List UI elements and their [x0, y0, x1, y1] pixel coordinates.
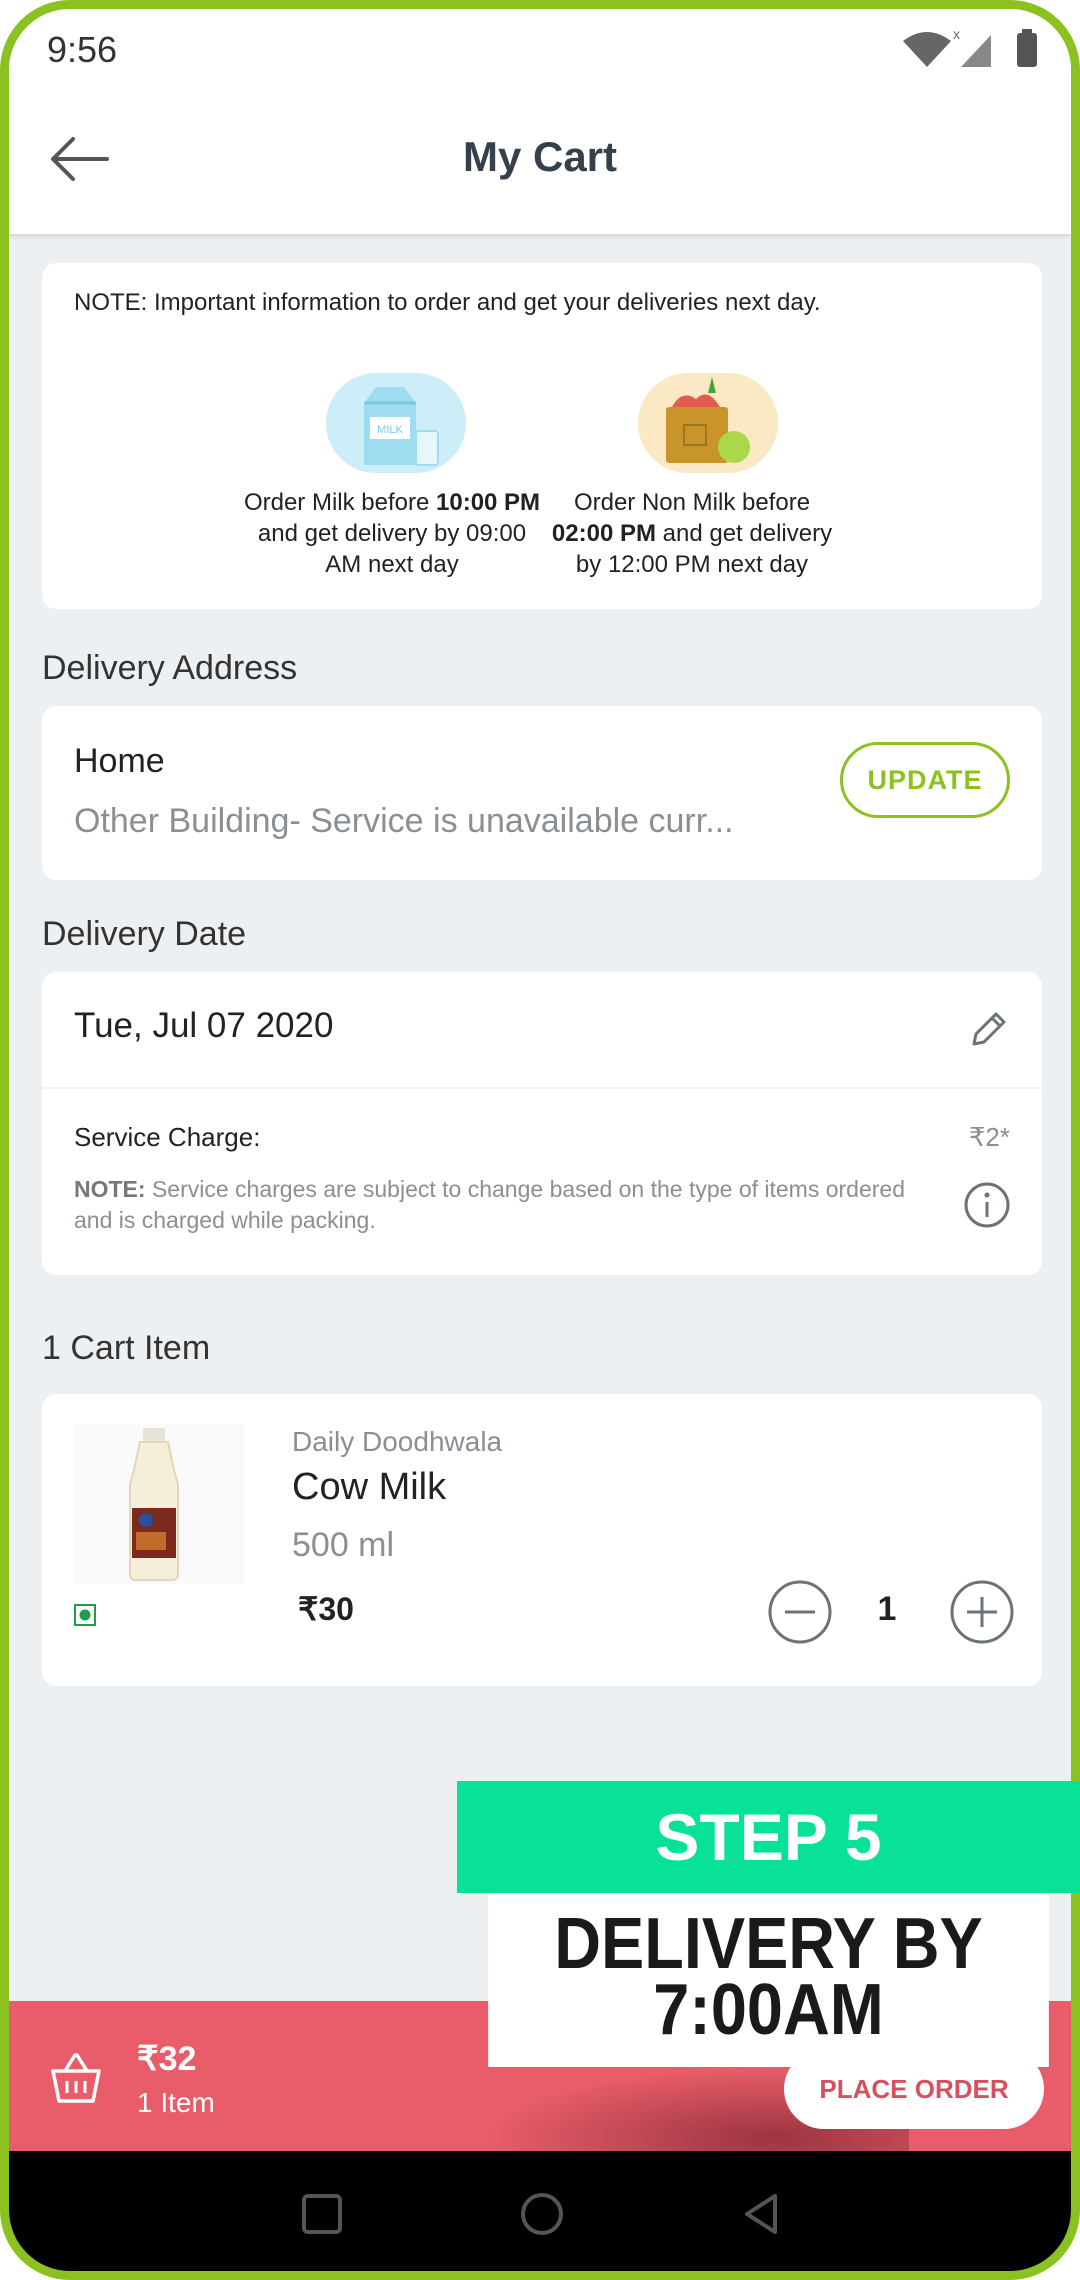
cart-items-title: 1 Cart Item: [42, 1329, 211, 1367]
plus-icon[interactable]: [949, 1579, 1015, 1645]
svg-text:MILK: MILK: [377, 424, 403, 436]
milk-cutoff-time: 10:00 PM: [436, 489, 541, 516]
address-card: Home Other Building- Service is unavaila…: [42, 706, 1042, 880]
grocery-bag-icon: [666, 377, 750, 463]
promo-delivery-banner: DELIVERY BY 7:00AM: [488, 1893, 1049, 2067]
delivery-address-title: Delivery Address: [42, 649, 298, 687]
cart-item-count: 1 Item: [137, 2087, 215, 2118]
page-title: My Cart: [462, 133, 618, 180]
product-price: ₹30: [298, 1591, 354, 1627]
minus-icon[interactable]: [767, 1579, 833, 1645]
signal-icon: [961, 35, 991, 67]
nav-home-icon[interactable]: [517, 2189, 567, 2239]
divider: [42, 1087, 1042, 1089]
delivery-date-card: Tue, Jul 07 2020 Service Charge: ₹2* NOT…: [42, 972, 1042, 1275]
product-name: Cow Milk: [292, 1466, 447, 1508]
milk-carton-icon: MILK: [364, 387, 439, 466]
app-bar: My Cart: [9, 89, 1071, 234]
service-note-text: Service charges are subject to change ba…: [74, 1176, 906, 1233]
cart-item-card: Daily Doodhwala Cow Milk 500 ml ₹30 1: [42, 1394, 1042, 1686]
delivery-info-card: NOTE: Important information to order and…: [42, 263, 1042, 609]
non-milk-cutoff-text: Order Non Milk before 02:00 PM and get d…: [542, 487, 842, 580]
info-icon[interactable]: [962, 1180, 1012, 1230]
non-milk-delivery-time: 12:00 PM next day: [607, 551, 809, 578]
product-brand: Daily Doodhwala: [292, 1426, 503, 1457]
wifi-icon: [903, 32, 951, 67]
service-charge-note: NOTE: Service charges are subject to cha…: [74, 1174, 934, 1236]
milk-bottle-image: [74, 1424, 244, 1584]
nav-recents-icon[interactable]: [297, 2189, 347, 2239]
svg-text:x: x: [953, 27, 960, 42]
promo-line-2: 7:00AM: [653, 1970, 884, 2050]
basket-icon: [51, 2053, 101, 2103]
service-charge-amount: ₹2*: [968, 1122, 1010, 1152]
edit-pencil-icon[interactable]: [964, 1006, 1012, 1054]
promo-step-banner: STEP 5: [457, 1781, 1080, 1893]
milk-cutoff-text: Order Milk before 10:00 PM and get deliv…: [242, 487, 542, 580]
non-milk-cutoff-time: 02:00 PM: [551, 520, 656, 547]
status-icons: x: [903, 27, 1037, 67]
delivery-date-title: Delivery Date: [42, 915, 247, 953]
cart-total: ₹32: [137, 2040, 197, 2078]
promo-line-1: DELIVERY BY: [554, 1904, 983, 1984]
milk-text-pre: Order Milk before: [243, 489, 436, 516]
status-time: 9:56: [47, 29, 118, 70]
delivery-date[interactable]: Tue, Jul 07 2020: [74, 1006, 333, 1046]
status-bar: 9:56 x: [9, 9, 1071, 89]
product-size: 500 ml: [292, 1526, 395, 1564]
important-note: NOTE: Important information to order and…: [74, 289, 821, 316]
veg-icon: [74, 1604, 96, 1626]
nav-back-icon[interactable]: [737, 2189, 787, 2239]
milk-text-mid: and get delivery by: [257, 520, 467, 547]
system-nav-bar: [9, 2151, 1071, 2271]
address-name: Home: [74, 742, 165, 780]
quantity-value: 1: [877, 1590, 897, 1628]
service-note-label: NOTE:: [74, 1176, 146, 1202]
address-line: Other Building- Service is unavailable c…: [74, 802, 734, 840]
battery-icon: [1017, 33, 1037, 67]
update-address-button[interactable]: UPDATE: [840, 742, 1010, 818]
non-milk-text-pre: Order Non Milk before: [573, 489, 811, 516]
service-charge-label: Service Charge:: [74, 1122, 261, 1152]
